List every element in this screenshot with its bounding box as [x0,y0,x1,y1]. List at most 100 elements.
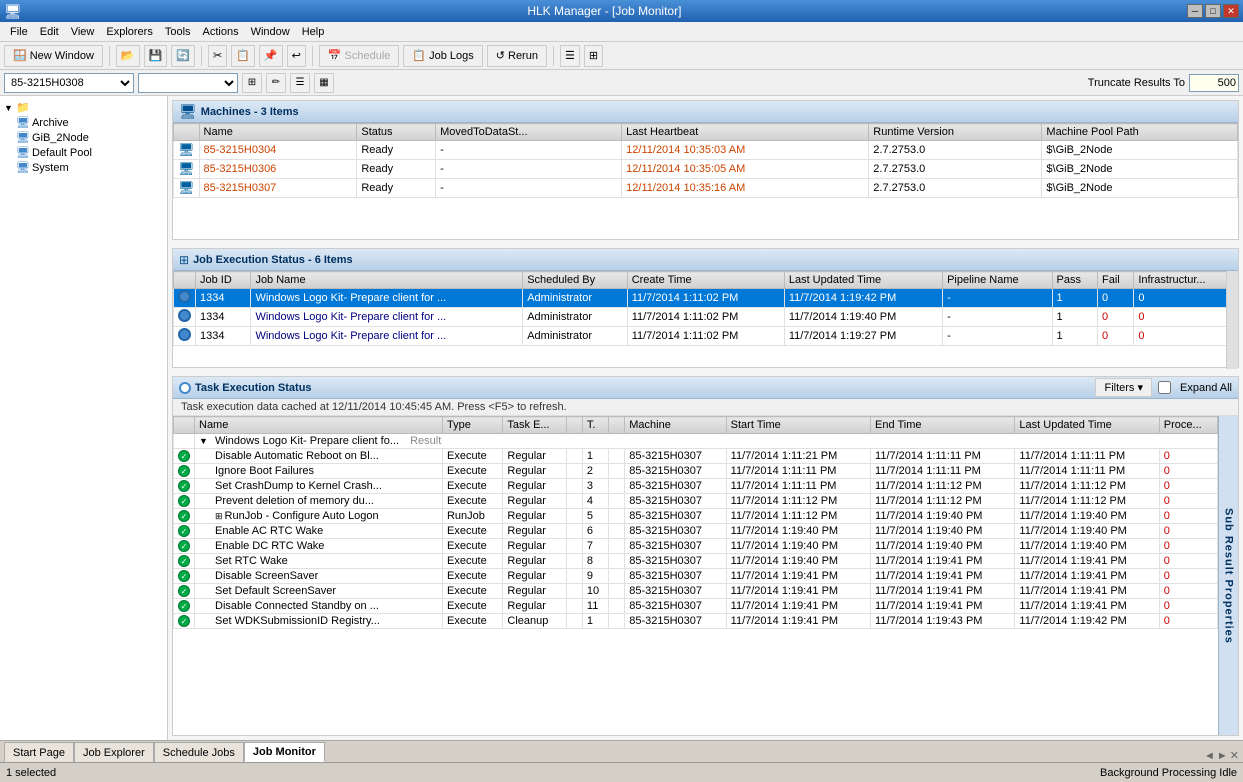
tab-nav[interactable]: ◄ ► ✕ [1204,749,1239,762]
task-col-machine[interactable]: Machine [625,417,726,434]
job-col-create[interactable]: Create Time [627,272,784,289]
table-row[interactable]: 1334 Windows Logo Kit- Prepare client fo… [174,289,1238,308]
tab-job-explorer[interactable]: Job Explorer [74,742,154,762]
close-button[interactable]: ✕ [1223,4,1239,18]
machines-table-container[interactable]: Name Status MovedToDataSt... Last Heartb… [173,123,1238,241]
table-row[interactable]: ✓ Enable AC RTC Wake Execute Regular 6 8… [174,524,1218,539]
table-row[interactable]: ✓ Set WDKSubmissionID Registry... Execut… [174,614,1218,629]
machines-col-pool[interactable]: Machine Pool Path [1042,124,1238,141]
machines-col-runtime[interactable]: Runtime Version [869,124,1042,141]
menu-file[interactable]: File [4,24,34,40]
task-col-proc[interactable]: Proce... [1159,417,1217,434]
sidebar-item-system[interactable]: 🖥 System [16,160,163,175]
task-col-t[interactable]: T. [582,417,608,434]
secondary-select[interactable] [138,73,238,93]
job-logs-button[interactable]: 📋 Job Logs [403,45,482,67]
task-table-container[interactable]: Name Type Task E... T. Machine Start Tim… [173,416,1218,735]
tab-close-icon[interactable]: ✕ [1230,749,1239,762]
job-table-container[interactable]: Job ID Job Name Scheduled By Create Time… [173,271,1238,369]
job-scrollbar[interactable] [1226,271,1238,369]
table-row[interactable]: ✓ Set CrashDump to Kernel Crash... Execu… [174,479,1218,494]
table-row[interactable]: 🖥 85-3215H0306 Ready - 12/11/2014 10:35:… [174,160,1238,179]
sidebar-item-default-pool[interactable]: 🖥 Default Pool [16,145,163,160]
sidebar-item-archive[interactable]: 🖥 Archive [16,115,163,130]
copy-button[interactable]: 📋 [231,45,255,67]
refresh-button[interactable]: 🔄 [171,45,195,67]
machine-pool-select[interactable]: 85-3215H0308 [4,73,134,93]
machines-col-moved[interactable]: MovedToDataSt... [436,124,622,141]
tab-next-icon[interactable]: ► [1217,750,1228,762]
task-col-start[interactable]: Start Time [726,417,870,434]
rerun-button[interactable]: ↺ Rerun [487,45,547,67]
task-name: Set RTC Wake [195,554,443,569]
paste-button[interactable]: 📌 [259,45,283,67]
task-expand-icon[interactable]: ▼ [199,436,208,446]
tab-start-page[interactable]: Start Page [4,742,74,762]
tree-expand-root[interactable]: ▼ [4,103,14,113]
addr-icon-btn-1[interactable]: ⊞ [242,73,262,93]
table-row[interactable]: ✓ Set Default ScreenSaver Execute Regula… [174,584,1218,599]
table-row[interactable]: ✓ Disable Automatic Reboot on Bl... Exec… [174,449,1218,464]
table-row[interactable]: ✓ Disable Connected Standby on ... Execu… [174,599,1218,614]
task-col-type[interactable]: Type [442,417,502,434]
job-col-pipeline[interactable]: Pipeline Name [943,272,1052,289]
tab-schedule-jobs[interactable]: Schedule Jobs [154,742,244,762]
menu-explorers[interactable]: Explorers [100,24,158,40]
machines-col-status[interactable]: Status [357,124,436,141]
task-col-name[interactable]: Name [195,417,443,434]
menu-tools[interactable]: Tools [159,24,197,40]
table-row[interactable]: ✓ Set RTC Wake Execute Regular 8 85-3215… [174,554,1218,569]
machines-col-heartbeat[interactable]: Last Heartbeat [622,124,869,141]
table-row[interactable]: ✓ Enable DC RTC Wake Execute Regular 7 8… [174,539,1218,554]
table-row[interactable]: ✓ Prevent deletion of memory du... Execu… [174,494,1218,509]
menu-window[interactable]: Window [245,24,296,40]
addr-icon-btn-2[interactable]: ✏ [266,73,286,93]
save-button[interactable]: 💾 [144,45,168,67]
undo-button[interactable]: ↩ [287,45,306,67]
task-col-updated[interactable]: Last Updated Time [1015,417,1159,434]
menu-view[interactable]: View [65,24,101,40]
table-row[interactable]: ✓ Ignore Boot Failures Execute Regular 2… [174,464,1218,479]
tree-root[interactable]: ▼ 📁 [4,100,163,115]
task-machine: 85-3215H0307 [625,509,726,524]
schedule-button[interactable]: 📅 Schedule [319,45,400,67]
sub-result-properties-panel[interactable]: Sub Result Properties [1218,416,1238,735]
table-row[interactable]: 🖥 85-3215H0304 Ready - 12/11/2014 10:35:… [174,141,1238,160]
maximize-button[interactable]: □ [1205,4,1221,18]
menu-actions[interactable]: Actions [197,24,245,40]
job-col-name[interactable]: Job Name [251,272,523,289]
tab-job-monitor[interactable]: Job Monitor [244,742,325,762]
task-col-taske[interactable]: Task E... [503,417,566,434]
title-controls[interactable]: ─ □ ✕ [1187,4,1239,18]
expand-all-checkbox[interactable] [1158,381,1171,394]
minimize-button[interactable]: ─ [1187,4,1203,18]
table-row[interactable]: ✓ Disable ScreenSaver Execute Regular 9 … [174,569,1218,584]
job-col-pass[interactable]: Pass [1052,272,1097,289]
menu-help[interactable]: Help [296,24,331,40]
sidebar-item-gib2node[interactable]: 🖥 GiB_2Node [16,130,163,145]
job-col-id[interactable]: Job ID [196,272,251,289]
open-button[interactable]: 📂 [116,45,140,67]
table-row[interactable]: ▼ Windows Logo Kit- Prepare client fo...… [174,434,1218,449]
tab-prev-icon[interactable]: ◄ [1204,750,1215,762]
machines-col-name[interactable]: Name [199,124,357,141]
job-col-updated[interactable]: Last Updated Time [784,272,942,289]
table-row[interactable]: 🖥 85-3215H0307 Ready - 12/11/2014 10:35:… [174,179,1238,198]
task-col-end[interactable]: End Time [871,417,1015,434]
cut-button[interactable]: ✂ [208,45,227,67]
job-col-infra[interactable]: Infrastructur... [1134,272,1238,289]
table-row[interactable]: 1334 Windows Logo Kit- Prepare client fo… [174,308,1238,327]
addr-icon-btn-3[interactable]: ☰ [290,73,310,93]
job-col-scheduled[interactable]: Scheduled By [523,272,627,289]
menu-edit[interactable]: Edit [34,24,65,40]
filters-button[interactable]: Filters ▾ [1095,378,1152,397]
view-list-button[interactable]: ☰ [560,45,580,67]
table-row[interactable]: 1334 Windows Logo Kit- Prepare client fo… [174,327,1238,346]
truncate-input[interactable] [1189,74,1239,92]
task-sub-expand[interactable]: ⊞ [215,511,223,521]
addr-icon-btn-4[interactable]: ▦ [314,73,334,93]
view-detail-button[interactable]: ⊞ [584,45,603,67]
job-col-fail[interactable]: Fail [1097,272,1133,289]
new-window-button[interactable]: 🪟 New Window [4,45,103,67]
table-row[interactable]: ✓ ⊞RunJob - Configure Auto Logon RunJob … [174,509,1218,524]
